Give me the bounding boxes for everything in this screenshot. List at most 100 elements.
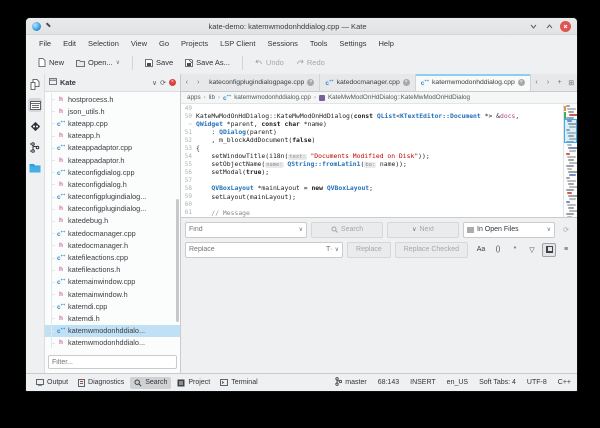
new-tab-icon[interactable]: + (554, 74, 566, 91)
code-line[interactable]: 52 , m_blockAddDocument(false) (181, 136, 563, 144)
match-case-icon[interactable]: Aa (474, 243, 488, 257)
file-item-katedebug-h[interactable]: hkatedebug.h (45, 215, 180, 227)
git-icon[interactable] (28, 119, 42, 133)
code-area[interactable]: 4950KateMwModOnHdDialog::KateMwModOnHdDi… (181, 104, 577, 217)
file-item-katefileactions-cpp[interactable]: c++katefileactions.cpp (45, 251, 180, 263)
close-button[interactable] (560, 21, 571, 32)
statusbar-toggle-project[interactable]: Project (173, 377, 214, 389)
project-dropdown-icon[interactable]: ∨ (152, 79, 157, 87)
save-button[interactable]: Save (141, 56, 177, 69)
redo-button[interactable]: Redo (292, 56, 329, 69)
code-line[interactable]: 55 setObjectName(name: QString::fromLati… (181, 160, 563, 168)
tab-katedocmanager-cpp[interactable]: c++katedocmanager.cpp× (320, 74, 415, 91)
tab-scroll-left-icon[interactable]: ‹ (531, 74, 543, 91)
status-insert[interactable]: INSERT (410, 379, 436, 386)
filesystem-folder-icon[interactable] (28, 161, 42, 175)
file-item-kateapp-cpp[interactable]: c++kateapp.cpp (45, 117, 180, 129)
menu-tools[interactable]: Tools (305, 38, 333, 49)
status-soft-tabs-4[interactable]: Soft Tabs: 4 (479, 379, 516, 386)
code-line[interactable]: 51 : QDialog(parent) (181, 128, 563, 136)
split-view-icon[interactable]: ⊞ (565, 74, 577, 91)
menu-view[interactable]: View (126, 38, 152, 49)
menu-edit[interactable]: Edit (58, 38, 81, 49)
project-reload-icon[interactable]: ⟳ (160, 79, 166, 87)
search-results-area[interactable] (181, 260, 577, 373)
file-item-katedocmanager-h[interactable]: hkatedocmanager.h (45, 239, 180, 251)
file-item-katemwmodonhddialo[interactable]: c++katemwmodonhddialo... (45, 325, 180, 337)
maximize-button[interactable] (544, 21, 555, 32)
statusbar-toggle-search[interactable]: Search (130, 377, 171, 389)
file-item-kateconfigplugindialog[interactable]: c++kateconfigplugindialog... (45, 191, 180, 203)
minimap-scrollbar[interactable] (563, 104, 577, 217)
file-item-kateapp-h[interactable]: hkateapp.h (45, 130, 180, 142)
tab-katemwmodonhddialog-cpp[interactable]: c++katemwmodonhddialog.cpp× (416, 74, 531, 91)
file-item-katedocmanager-cpp[interactable]: c++katedocmanager.cpp (45, 227, 180, 239)
replace-dropdown-icon[interactable]: ∨ (335, 246, 339, 253)
menu-selection[interactable]: Selection (83, 38, 124, 49)
find-input[interactable] (189, 226, 297, 233)
replace-checked-button[interactable]: Replace Checked (395, 242, 468, 258)
expand-results-icon[interactable]: * (508, 243, 522, 257)
status-utf-8[interactable]: UTF-8 (527, 379, 547, 386)
file-item-katemwmodonhddialo[interactable]: hkatemwmodonhddialo... (45, 337, 180, 348)
menu-lsp-client[interactable]: LSP Client (215, 38, 260, 49)
filter-results-icon[interactable]: ▽ (525, 243, 539, 257)
search-scope-combo[interactable]: In Open Files ∨ (463, 222, 555, 238)
options-icon[interactable]: ≡ (559, 243, 573, 257)
menu-projects[interactable]: Projects (176, 38, 213, 49)
tab-history-back-icon[interactable]: ‹ (181, 74, 193, 91)
open-dropdown-icon[interactable]: ∨ (116, 59, 120, 66)
file-item-katefileactions-h[interactable]: hkatefileactions.h (45, 264, 180, 276)
undo-button[interactable]: Undo (251, 56, 288, 69)
menu-settings[interactable]: Settings (334, 38, 371, 49)
statusbar-toggle-diagnostics[interactable]: Diagnostics (74, 377, 128, 389)
code-lines[interactable]: 4950KateMwModOnHdDialog::KateMwModOnHdDi… (181, 104, 563, 217)
code-line[interactable]: ~QWidget *parent, const char *name) (181, 120, 563, 128)
breadcrumb-item-katemwmodonhddialog-cpp[interactable]: katemwmodonhddialog.cpp (234, 94, 311, 101)
minimap-viewport[interactable] (564, 119, 577, 143)
project-close-icon[interactable]: × (169, 79, 176, 86)
file-item-json-utils-h[interactable]: hjson_utils.h (45, 105, 180, 117)
file-item-katemdi-cpp[interactable]: c++katemdi.cpp (45, 300, 180, 312)
code-line[interactable]: 53{ (181, 144, 563, 152)
code-line[interactable]: 59 setLayout(mainLayout); (181, 193, 563, 201)
regex-icon[interactable]: () (491, 243, 505, 257)
breadcrumb-item-katemwmodonhddialog-kate[interactable]: KateMwModOnHdDialog::KateMwModOnHdDialog (328, 94, 470, 101)
tab-close-icon[interactable]: × (518, 79, 525, 86)
code-line[interactable]: 50KateMwModOnHdDialog::KateMwModOnHdDial… (181, 112, 563, 120)
status-en-us[interactable]: en_US (447, 379, 468, 386)
search-button[interactable]: Search (311, 222, 383, 238)
minimize-button[interactable] (528, 21, 539, 32)
menu-help[interactable]: Help (374, 38, 399, 49)
status-master[interactable]: master (335, 377, 366, 388)
replace-button[interactable]: Replace (347, 242, 391, 258)
file-item-katemainwindow-h[interactable]: hkatemainwindow.h (45, 288, 180, 300)
code-line[interactable]: 56 setModal(true); (181, 168, 563, 176)
next-button[interactable]: ∨ Next (387, 222, 459, 238)
status-c[interactable]: C++ (558, 379, 571, 386)
file-item-katemainwindow-cpp[interactable]: c++katemainwindow.cpp (45, 276, 180, 288)
file-item-kateconfigplugindialog[interactable]: hkateconfigplugindialog... (45, 203, 180, 215)
scope-dropdown-icon[interactable]: ∨ (547, 226, 551, 233)
menu-go[interactable]: Go (154, 38, 174, 49)
breadcrumb-item-lib[interactable]: lib (209, 94, 215, 101)
save-as-button[interactable]: Save As... (181, 56, 234, 69)
status-68-143[interactable]: 68:143 (378, 379, 399, 386)
statusbar-toggle-output[interactable]: Output (32, 377, 72, 389)
code-line[interactable]: 58 QVBoxLayout *mainLayout = new QVBoxLa… (181, 184, 563, 192)
filter-input[interactable] (48, 355, 177, 369)
insert-placeholder-icon[interactable]: T· (326, 246, 333, 253)
menu-sessions[interactable]: Sessions (262, 38, 302, 49)
tab-close-icon[interactable]: × (307, 79, 314, 86)
find-dropdown-icon[interactable]: ∨ (299, 226, 303, 233)
open-button[interactable]: Open... ∨ (72, 56, 124, 69)
new-button[interactable]: New (34, 56, 68, 69)
new-tab-icon[interactable] (542, 243, 556, 257)
replace-input[interactable] (189, 246, 324, 253)
find-combo[interactable]: ∨ (185, 222, 307, 238)
file-item-kateconfigdialog-cpp[interactable]: c++kateconfigdialog.cpp (45, 166, 180, 178)
tab-scroll-right-icon[interactable]: › (542, 74, 554, 91)
statusbar-toggle-terminal[interactable]: Terminal (216, 377, 261, 389)
file-list-scrollbar[interactable] (176, 199, 179, 322)
tab-close-icon[interactable]: × (403, 79, 410, 86)
